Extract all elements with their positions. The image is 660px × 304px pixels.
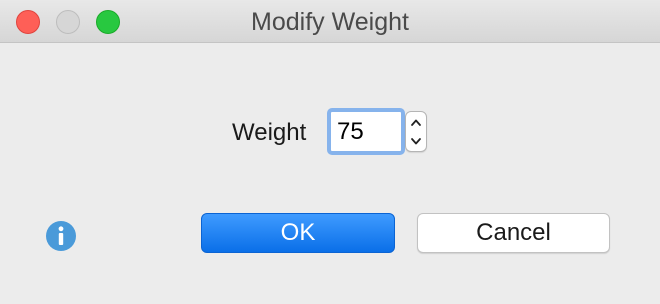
title-bar: Modify Weight (0, 0, 660, 43)
weight-label: Weight (232, 119, 307, 146)
weight-input[interactable] (327, 108, 405, 155)
chevron-up-icon (411, 119, 421, 126)
modify-weight-dialog: Modify Weight Weight OK Cancel (0, 0, 660, 304)
stepper-down-button[interactable] (406, 132, 426, 151)
weight-stepper[interactable] (405, 111, 427, 152)
info-icon (46, 221, 76, 251)
stepper-up-button[interactable] (406, 113, 426, 132)
ok-button[interactable]: OK (201, 213, 395, 253)
window-title: Modify Weight (251, 8, 409, 36)
cancel-button[interactable]: Cancel (417, 213, 610, 253)
chevron-down-icon (411, 138, 421, 145)
